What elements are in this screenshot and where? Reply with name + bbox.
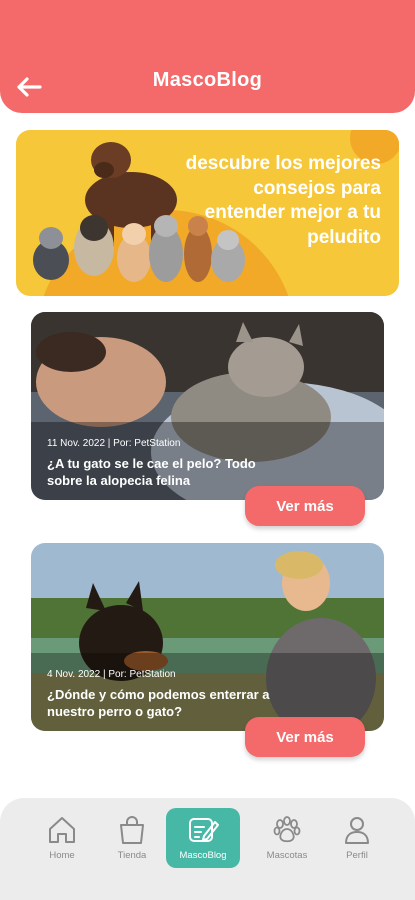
blog-post-card[interactable]: 11 Nov. 2022 | Por: PetStation ¿A tu gat… [31, 312, 384, 500]
read-more-button[interactable]: Ver más [245, 486, 365, 526]
post-meta: 4 Nov. 2022 | Por: PetStation [47, 669, 176, 680]
nav-home[interactable]: Home [25, 808, 99, 868]
hero-text: descubre los mejores consejos para enten… [185, 153, 381, 248]
nav-label: Home [49, 850, 75, 861]
nav-label: Mascotas [266, 850, 308, 861]
read-more-button[interactable]: Ver más [245, 717, 365, 757]
nav-label: Perfil [346, 850, 368, 861]
app-header: MascoBlog [0, 0, 415, 113]
blog-edit-icon [189, 818, 219, 842]
post-title: ¿A tu gato se le cae el pelo? Todo sobre… [47, 456, 256, 488]
nav-label: Tienda [117, 850, 147, 861]
post-meta: 11 Nov. 2022 | Por: PetStation [47, 438, 181, 449]
home-icon [49, 817, 75, 843]
bottom-nav: Home Tienda MascoBlog Mascotas Perfil [0, 798, 415, 900]
post-title: ¿Dónde y cómo podemos enterrar a nuestro… [47, 687, 270, 719]
nav-label: MascoBlog [179, 850, 227, 861]
page-title: MascoBlog [152, 69, 263, 91]
nav-perfil[interactable]: Perfil [320, 808, 394, 868]
nav-mascotas[interactable]: Mascotas [250, 808, 324, 868]
nav-mascoblog[interactable]: MascoBlog [166, 808, 240, 868]
shopping-bag-icon [120, 816, 144, 844]
paw-icon [273, 816, 301, 843]
hero-banner: descubre los mejores consejos para enten… [16, 130, 399, 296]
nav-tienda[interactable]: Tienda [95, 808, 169, 868]
blog-post-card[interactable]: 4 Nov. 2022 | Por: PetStation ¿Dónde y c… [31, 543, 384, 731]
user-icon [345, 817, 369, 844]
